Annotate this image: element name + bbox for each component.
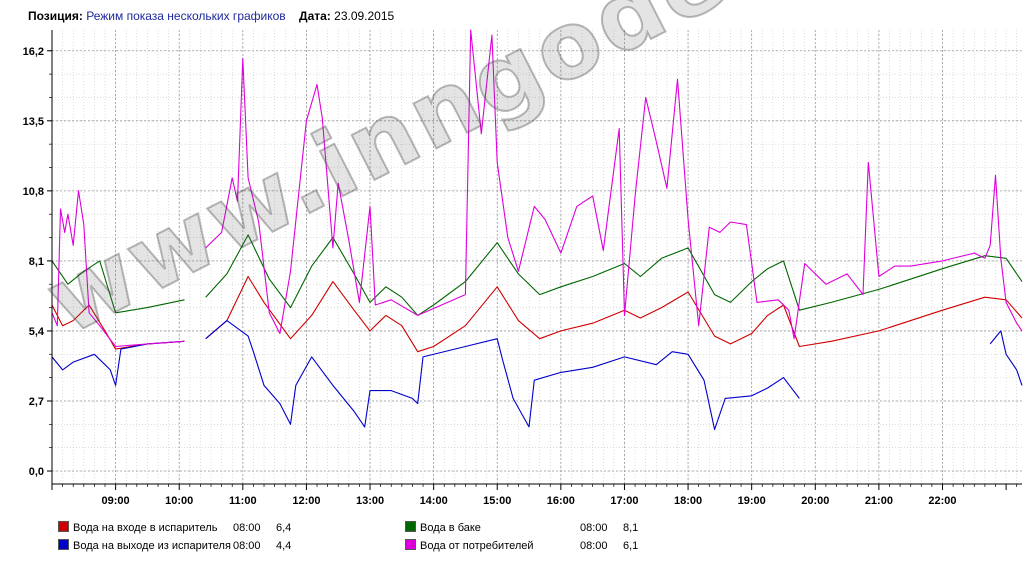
legend-value: 8,1 — [623, 522, 639, 534]
legend-value: 6,1 — [623, 540, 639, 552]
y-tick-label: 16,2 — [23, 46, 44, 58]
x-tick-label: 12:00 — [292, 495, 320, 507]
legend-swatch — [405, 521, 416, 532]
legend-swatch — [58, 539, 69, 550]
x-tick-label: 11:00 — [229, 495, 257, 507]
y-tick-label: 2,7 — [29, 396, 44, 408]
x-tick-label: 14:00 — [420, 495, 448, 507]
x-tick-label: 22:00 — [928, 495, 956, 507]
x-tick-label: 10:00 — [165, 495, 193, 507]
chart-grid — [51, 30, 1022, 484]
y-tick-label: 8,1 — [29, 256, 44, 268]
x-tick-label: 18:00 — [674, 495, 702, 507]
legend-time: 08:00 — [580, 540, 608, 552]
y-tick-label: 13,5 — [23, 116, 44, 128]
legend-time: 08:00 — [580, 522, 608, 534]
x-tick-label: 15:00 — [483, 495, 511, 507]
legend-item-4: Вода от потребителей 08:00 6,1 — [405, 538, 745, 554]
legend-series-name: Вода в баке — [420, 522, 481, 534]
x-tick-label: 17:00 — [610, 495, 638, 507]
legend-item-2: Вода на выходе из испарителя 08:00 4,4 — [58, 538, 398, 554]
chart-area: 0,0 2,7 5,4 8,1 10,8 13,5 16,2 09:00 10:00 11:00 1… — [23, 29, 1023, 507]
legend-item-3: Вода в баке 08:00 8,1 — [405, 520, 745, 536]
x-tick-label: 19:00 — [738, 495, 766, 507]
x-tick-label: 09:00 — [102, 495, 130, 507]
y-tick-label: 5,4 — [29, 326, 45, 338]
legend-swatch — [58, 521, 69, 532]
y-tick-label: 10,8 — [23, 186, 44, 198]
legend-value: 6,4 — [276, 522, 292, 534]
legend-item-1: Вода на входе в испаритель 08:00 6,4 — [58, 520, 398, 536]
legend-value: 4,4 — [276, 540, 292, 552]
chart-legend: Вода на входе в испаритель 08:00 6,4 Вода н… — [58, 520, 958, 560]
x-tick-label: 16:00 — [547, 495, 575, 507]
legend-time: 08:00 — [233, 540, 261, 552]
y-tick-label: 0,0 — [29, 466, 44, 478]
x-tick-label: 21:00 — [865, 495, 893, 507]
plot-background — [52, 30, 1022, 484]
legend-series-name: Вода от потребителей — [420, 540, 534, 552]
legend-series-name: Вода на выходе из испарителя — [73, 540, 231, 552]
legend-swatch — [405, 539, 416, 550]
legend-series-name: Вода на входе в испаритель — [73, 522, 218, 534]
legend-time: 08:00 — [233, 522, 261, 534]
x-tick-label: 20:00 — [801, 495, 829, 507]
x-tick-label: 13:00 — [356, 495, 384, 507]
